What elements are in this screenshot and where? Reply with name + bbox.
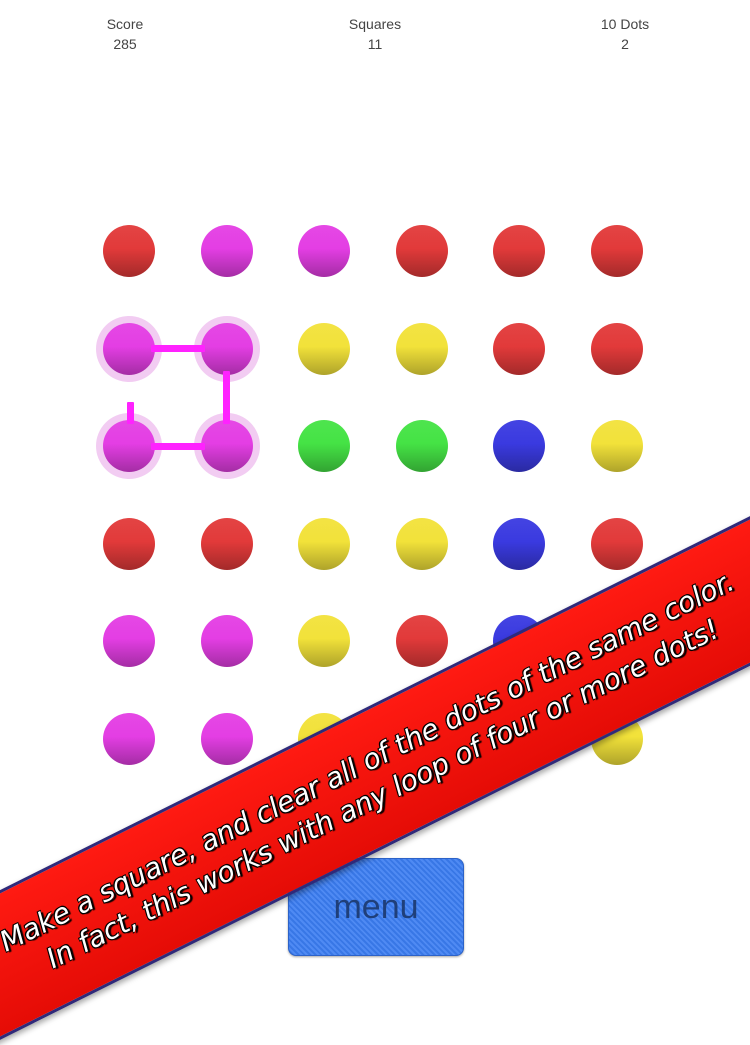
connection-line <box>151 345 205 352</box>
dot-yellow[interactable] <box>298 615 350 667</box>
dot-yellow[interactable] <box>395 517 448 570</box>
dot-red[interactable] <box>395 225 448 277</box>
dot-red[interactable] <box>103 225 155 277</box>
dot-blue[interactable] <box>493 420 545 472</box>
dot-red[interactable] <box>590 517 643 570</box>
dot-green[interactable] <box>298 420 350 472</box>
dot-magenta[interactable] <box>103 615 155 667</box>
dot-magenta[interactable] <box>200 225 253 277</box>
connection-line <box>223 370 230 424</box>
dot-red[interactable] <box>493 322 545 375</box>
dot-magenta[interactable] <box>103 420 155 472</box>
dot-magenta[interactable] <box>103 712 155 765</box>
dot-red[interactable] <box>103 517 155 570</box>
dot-magenta[interactable] <box>200 322 253 375</box>
dot-magenta[interactable] <box>103 322 155 375</box>
dot-yellow[interactable] <box>298 517 350 570</box>
connection-line <box>151 442 205 450</box>
dot-magenta[interactable] <box>200 712 253 765</box>
dot-yellow[interactable] <box>298 322 350 375</box>
dot-red[interactable] <box>395 615 448 667</box>
dot-red[interactable] <box>200 517 253 570</box>
dot-magenta[interactable] <box>200 615 253 667</box>
dot-yellow[interactable] <box>395 322 448 375</box>
dot-red[interactable] <box>493 225 545 277</box>
dot-magenta[interactable] <box>200 420 253 472</box>
dot-red[interactable] <box>590 322 643 375</box>
dot-blue[interactable] <box>493 517 545 570</box>
dot-red[interactable] <box>590 225 643 277</box>
dot-yellow[interactable] <box>590 420 643 472</box>
dot-magenta[interactable] <box>298 225 350 277</box>
drag-stub-line <box>126 402 134 424</box>
dot-green[interactable] <box>395 420 448 472</box>
